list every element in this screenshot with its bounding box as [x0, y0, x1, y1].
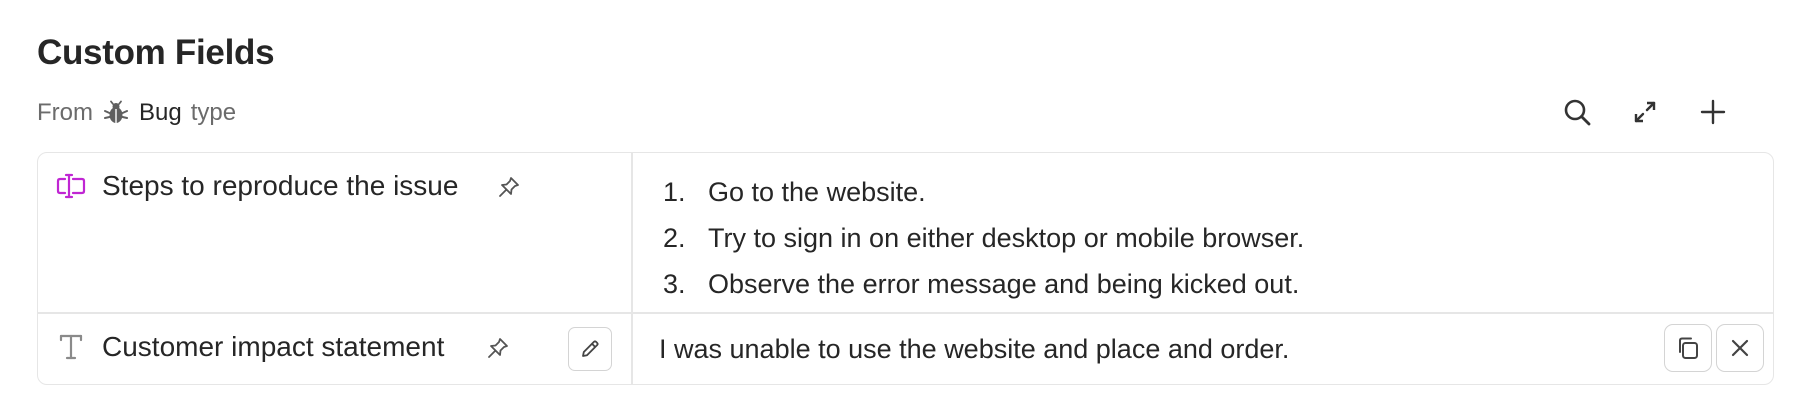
text-cursor-icon — [56, 171, 86, 201]
edit-button[interactable] — [568, 327, 612, 371]
list-item: 1. Go to the website. — [663, 177, 926, 207]
expand-icon — [1634, 101, 1656, 123]
search-icon — [1564, 99, 1591, 126]
from-label: From — [37, 99, 93, 126]
section-title: Custom Fields — [37, 33, 275, 72]
impact-text: I was unable to use the website and plac… — [659, 334, 1290, 364]
field-row-steps[interactable]: Steps to reproduce the issue — [38, 153, 631, 312]
pin-icon[interactable] — [485, 335, 511, 361]
bug-icon — [103, 100, 129, 126]
impact-value[interactable]: I was unable to use the website and plac… — [633, 313, 1773, 384]
section-toolbar — [1534, 90, 1794, 134]
list-item: 2. Try to sign in on either desktop or m… — [663, 223, 1305, 253]
type-name[interactable]: Bug — [139, 99, 182, 127]
copy-button[interactable] — [1664, 324, 1712, 372]
steps-list: 1. Go to the website. 2. Try to sign in … — [663, 169, 1304, 307]
add-field-button[interactable] — [1691, 90, 1735, 134]
text-type-icon — [56, 332, 86, 362]
pencil-icon — [582, 340, 599, 357]
copy-icon — [1679, 337, 1698, 359]
list-item: 3. Observe the error message and being k… — [663, 269, 1300, 299]
clear-button[interactable] — [1716, 324, 1764, 372]
search-button[interactable] — [1555, 90, 1599, 134]
type-suffix: type — [190, 99, 237, 126]
field-label: Customer impact statement — [102, 331, 445, 362]
expand-button[interactable] — [1623, 90, 1667, 134]
close-icon — [1731, 339, 1749, 357]
plus-icon — [1700, 99, 1726, 125]
custom-fields-table: Steps to reproduce the issue 1. Go to th… — [37, 152, 1774, 385]
steps-value[interactable]: 1. Go to the website. 2. Try to sign in … — [633, 153, 1773, 312]
field-row-impact[interactable]: Customer impact statement — [38, 313, 631, 384]
source-type-line: From Bug type — [37, 97, 236, 129]
pin-icon[interactable] — [496, 174, 522, 200]
field-label: Steps to reproduce the issue — [102, 170, 459, 201]
